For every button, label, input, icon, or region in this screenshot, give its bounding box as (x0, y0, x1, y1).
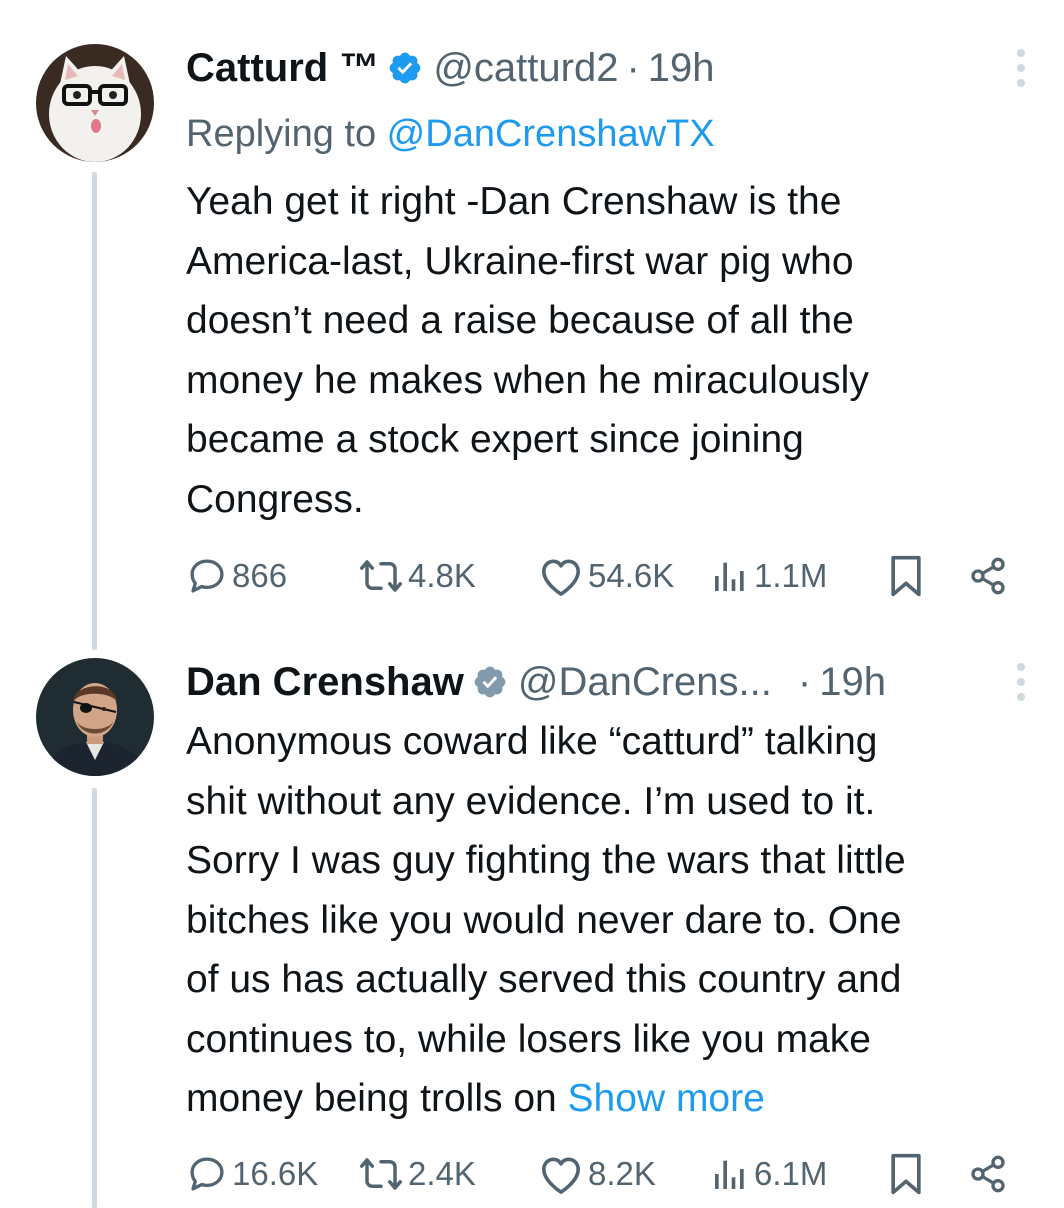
cat-with-glasses-icon (36, 44, 154, 162)
display-name[interactable]: Dan Crenshaw (186, 660, 464, 705)
bookmark-button[interactable] (886, 548, 926, 604)
more-options-icon[interactable] (1012, 46, 1030, 90)
repost-button[interactable]: 4.8K (358, 548, 476, 604)
thread-line (92, 172, 97, 650)
share-icon (971, 557, 1005, 595)
view-count: 6.1M (754, 1155, 828, 1192)
replying-to: Replying to @DanCrenshawTX (186, 108, 1034, 160)
cat-avatar[interactable] (36, 44, 154, 162)
views-button[interactable]: 1.1M (710, 548, 827, 604)
like-count: 8.2K (588, 1155, 656, 1192)
reply-button[interactable]: 16.6K (186, 1146, 318, 1202)
tweet-catturd[interactable]: Catturd ™ @catturd2 · 19h Replying to @D… (0, 0, 1064, 650)
display-name[interactable]: Catturd ™ (186, 46, 379, 91)
reply-icon (190, 1157, 224, 1191)
tweet-header: Dan Crenshaw @DanCrens... · 19h (186, 654, 1034, 710)
view-count: 1.1M (754, 557, 828, 594)
handle[interactable]: @DanCrens... (518, 660, 772, 705)
verified-badge-icon[interactable] (387, 50, 423, 86)
tweet-text-body: Anonymous coward like “catturd” talking … (186, 720, 906, 1120)
gray-verified-badge-icon[interactable] (472, 664, 508, 700)
like-button[interactable]: 8.2K (538, 1146, 656, 1202)
tweet-header: Catturd ™ @catturd2 · 19h (186, 40, 1034, 96)
man-with-eyepatch-icon (36, 658, 154, 776)
repost-icon (360, 560, 402, 592)
repost-count: 2.4K (408, 1155, 476, 1192)
tweet-content: Catturd ™ @catturd2 · 19h Replying to @D… (186, 40, 1034, 529)
timestamp[interactable]: 19h (819, 660, 886, 705)
repost-icon (360, 1158, 402, 1190)
heart-icon (542, 1157, 580, 1194)
share-icon (971, 1155, 1005, 1193)
tweet-content: Dan Crenshaw @DanCrens... · 19h Anonymou… (186, 654, 1034, 1129)
views-icon (715, 562, 744, 591)
heart-icon (542, 559, 580, 596)
repost-count: 4.8K (408, 557, 476, 594)
timestamp[interactable]: 19h (648, 46, 715, 91)
thread-line (92, 788, 97, 1208)
more-options-icon[interactable] (1012, 660, 1030, 704)
reply-button[interactable]: 866 (186, 548, 287, 604)
bookmark-icon (891, 1153, 921, 1195)
reply-icon (190, 559, 224, 593)
bookmark-icon (891, 555, 921, 597)
reply-count: 16.6K (232, 1155, 319, 1192)
share-button[interactable] (968, 548, 1008, 604)
separator-dot: · (626, 45, 640, 90)
replying-prefix: Replying to (186, 113, 387, 155)
tweet-dan-crenshaw[interactable]: Dan Crenshaw @DanCrens... · 19h Anonymou… (0, 640, 1064, 1208)
crenshaw-avatar[interactable] (36, 658, 154, 776)
tweet-actions: 16.6K 2.4K 8.2K 6.1M (186, 1146, 1024, 1202)
views-button[interactable]: 6.1M (710, 1146, 827, 1202)
tweet-actions: 866 4.8K 54.6K 1.1M (186, 548, 1024, 604)
show-more-link[interactable]: Show more (568, 1077, 765, 1120)
bookmark-button[interactable] (886, 1146, 926, 1202)
replying-to-link[interactable]: @DanCrenshawTX (387, 113, 715, 155)
separator-dot: · (797, 659, 812, 704)
tweet-text: Anonymous coward like “catturd” talking … (186, 712, 1034, 1129)
tweet-text: Yeah get it right -Dan Crenshaw is the A… (186, 180, 869, 521)
like-count: 54.6K (588, 557, 675, 594)
views-icon (715, 1160, 744, 1189)
like-button[interactable]: 54.6K (538, 548, 674, 604)
share-button[interactable] (968, 1146, 1008, 1202)
reply-count: 866 (232, 557, 288, 594)
handle[interactable]: @catturd2 (433, 46, 618, 91)
repost-button[interactable]: 2.4K (358, 1146, 476, 1202)
